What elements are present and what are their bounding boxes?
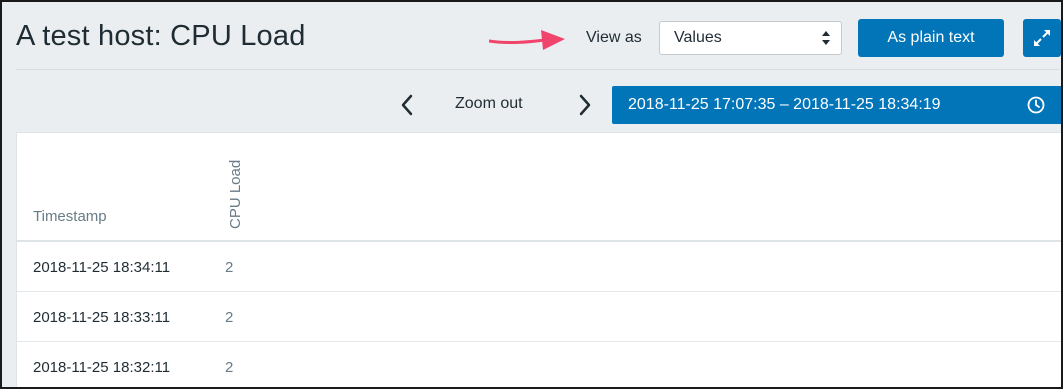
annotation-arrow-icon <box>489 30 565 50</box>
values-table: Timestamp CPU Load 2018-11-25 18:34:11 2… <box>16 132 1061 387</box>
row-value: 2 <box>225 309 234 326</box>
column-header-cpu-load: CPU Load <box>227 159 244 229</box>
page-title: A test host: CPU Load <box>16 20 306 52</box>
time-range-selector[interactable]: 2018-11-25 17:07:35 – 2018-11-25 18:34:1… <box>612 86 1061 124</box>
fullscreen-button[interactable] <box>1023 19 1061 57</box>
row-timestamp: 2018-11-25 18:33:11 <box>33 309 171 326</box>
header-divider <box>16 69 1059 70</box>
view-as-selected-value: Values <box>674 29 722 46</box>
zoom-out-button[interactable]: Zoom out <box>455 95 523 113</box>
table-row: 2018-11-25 18:34:11 2 <box>17 242 1061 292</box>
clock-icon <box>1027 96 1045 114</box>
table-row: 2018-11-25 18:32:11 2 <box>17 342 1061 387</box>
as-plain-text-button[interactable]: As plain text <box>858 19 1004 57</box>
row-timestamp: 2018-11-25 18:32:11 <box>33 359 171 376</box>
time-range-label: 2018-11-25 17:07:35 – 2018-11-25 18:34:1… <box>628 96 941 113</box>
row-value: 2 <box>225 259 234 276</box>
updown-caret-icon <box>822 31 830 45</box>
expand-icon <box>1034 30 1050 46</box>
table-row: 2018-11-25 18:33:11 2 <box>17 292 1061 342</box>
chevron-right-icon[interactable] <box>572 90 598 120</box>
row-timestamp: 2018-11-25 18:34:11 <box>33 259 171 276</box>
view-as-label: View as <box>586 29 642 46</box>
page-header: A test host: CPU Load View as Values As … <box>2 2 1061 70</box>
column-header-timestamp: Timestamp <box>33 208 107 225</box>
row-value: 2 <box>225 359 234 376</box>
view-as-select[interactable]: Values <box>659 21 842 55</box>
chevron-left-icon[interactable] <box>394 90 420 120</box>
table-header: Timestamp CPU Load <box>17 133 1061 242</box>
graph-page: A test host: CPU Load View as Values As … <box>0 0 1063 389</box>
